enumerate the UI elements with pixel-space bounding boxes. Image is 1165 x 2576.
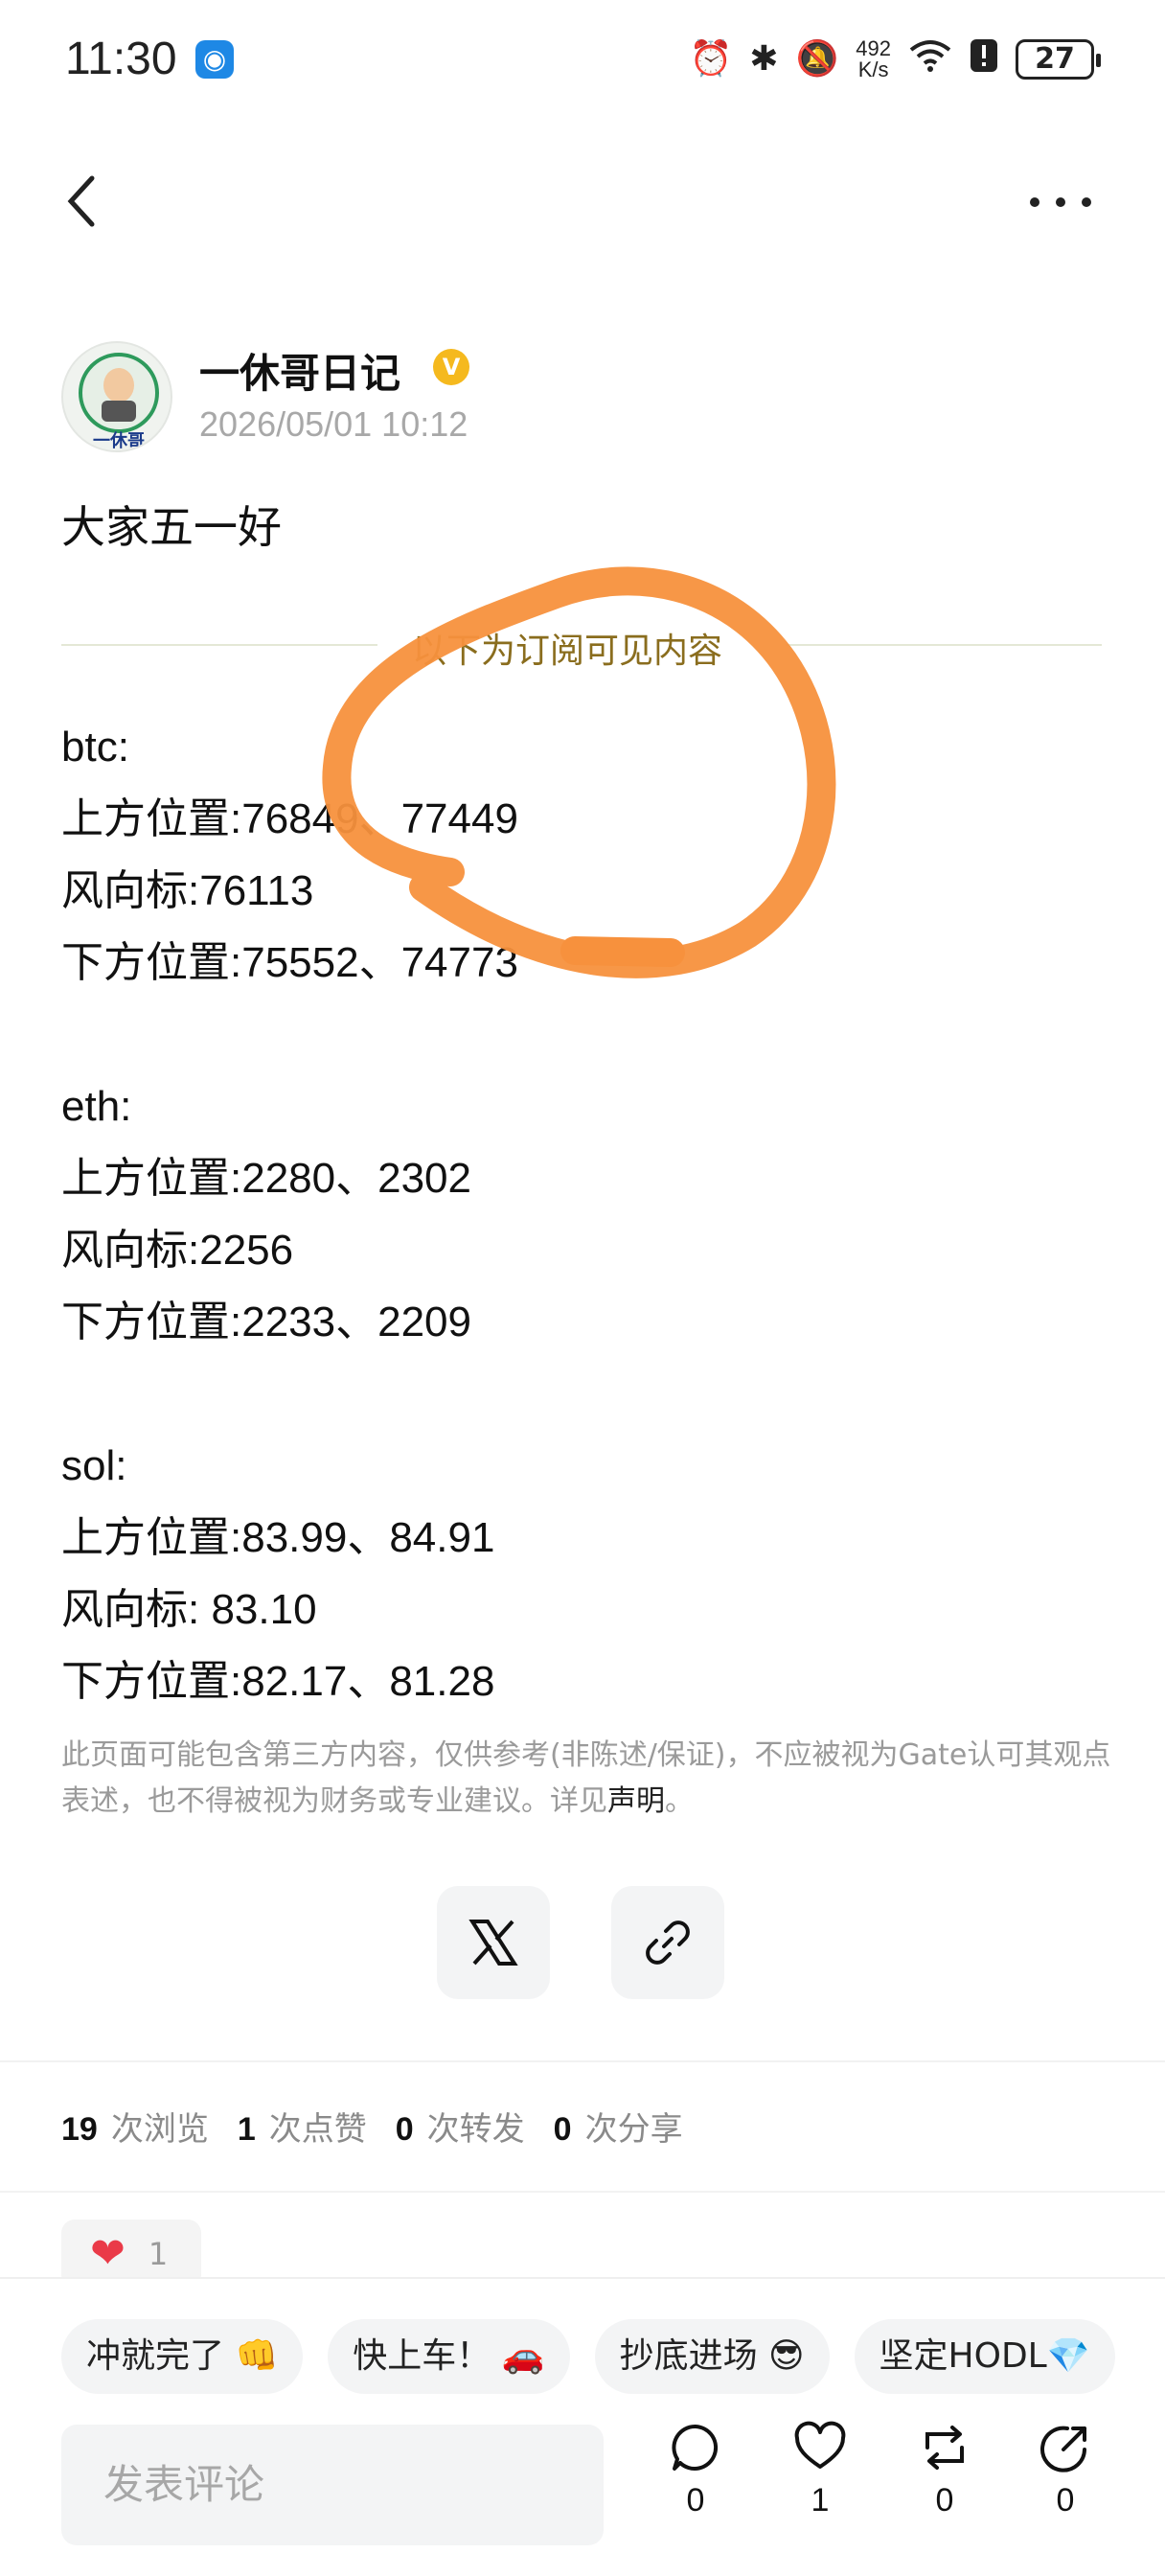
content-line: 上方位置:76849、77449 [61,795,518,842]
avatar-caption: 一休哥 [93,430,145,451]
wifi-icon [908,38,952,81]
divider-line-left [61,644,377,646]
bluetooth-icon: ✱ [749,39,779,79]
link-icon [646,1920,690,1965]
status-icons: ⏰ ✱ 🔕 492 K/s 27 [689,34,1101,84]
quick-reply-chip[interactable]: 抄底进场 😎 [594,2319,830,2394]
status-bar: 11:30 ◉ ⏰ ✱ 🔕 492 K/s 27 [0,0,1165,115]
more-options-button[interactable] [1027,178,1094,226]
reposts-label: 次转发 [426,2110,525,2149]
comment-input[interactable]: 发表评论 [61,2425,604,2545]
views-label: 次浏览 [110,2110,209,2149]
quick-reply-chip[interactable]: 坚定HODL💎 [854,2319,1115,2394]
views-count: 19 [61,2111,98,2148]
disclaimer: 此页面可能包含第三方内容，仅供参考(非陈述/保证)，不应被视为Gate认可其观点… [61,1733,1115,1825]
likes-label: 次点赞 [268,2110,367,2149]
disclaimer-link[interactable]: 声明 [607,1784,665,1818]
repost-count: 0 [935,2482,954,2518]
alert-icon [970,38,998,81]
content-line: eth: [61,1083,132,1130]
content-blank-line [61,999,1115,1070]
content-line: btc: [61,724,129,770]
network-speed: 492 K/s [856,38,891,80]
network-speed-unit: K/s [857,58,889,81]
post-datetime: 2026/05/01 10:12 [199,404,468,444]
content-line: 下方位置:75552、74773 [61,939,518,986]
content-blank-line [61,1358,1115,1430]
reaction-count: 1 [148,2236,169,2272]
content-line: 风向标: 83.10 [61,1586,317,1633]
stat-likes: 1 次点赞 [238,2103,367,2150]
bottom-panel: 冲就完了 👊 快上车！ 🚗 抄底进场 😎 坚定HODL💎 发表评论 0 1 0 [0,2277,1165,2576]
post-greeting: 大家五一好 [61,501,282,553]
stat-views: 19 次浏览 [61,2103,209,2150]
alarm-icon: ⏰ [689,39,733,79]
post-stats: 19 次浏览 1 次点赞 0 次转发 0 次分享 [61,2103,683,2150]
reposts-count: 0 [395,2111,414,2148]
back-button[interactable] [59,172,105,230]
more-dots-icon [1030,197,1091,207]
quick-reply-chip[interactable]: 快上车！ 🚗 [328,2319,570,2394]
disclaimer-text: 此页面可能包含第三方内容，仅供参考(非陈述/保证)，不应被视为Gate认可其观点… [61,1738,1111,1818]
heart-outline-icon [794,2421,846,2469]
like-count: 1 [811,2482,830,2518]
shares-label: 次分享 [584,2110,683,2149]
stat-reposts: 0 次转发 [396,2103,525,2150]
copy-link-button[interactable] [611,1886,724,1999]
content-line: sol: [61,1442,127,1489]
separator [0,2191,1165,2193]
like-button[interactable]: 1 [782,2421,858,2519]
comment-button[interactable]: 0 [657,2421,734,2519]
separator [0,2060,1165,2062]
divider-line-right [786,644,1102,646]
disclaimer-end: 。 [665,1784,694,1818]
author-avatar[interactable]: 一休哥 [61,341,172,452]
quick-reply-chip[interactable]: 冲就完了 👊 [61,2319,304,2394]
shares-count: 0 [553,2111,572,2148]
verified-badge-icon: V [433,349,469,385]
share-button[interactable]: 0 [1027,2421,1104,2519]
content-line: 风向标:2256 [61,1227,294,1274]
share-arrow-icon [1040,2426,1086,2472]
share-x-button[interactable] [437,1886,550,1999]
content-line: 风向标:76113 [61,867,314,914]
comment-bubble-icon [672,2424,719,2471]
author-name[interactable]: 一休哥日记 [199,341,400,400]
stat-shares: 0 次分享 [554,2103,683,2150]
browser-app-icon: ◉ [195,40,234,79]
content-line: 下方位置:2233、2209 [61,1299,471,1346]
repost-button[interactable]: 0 [906,2421,983,2519]
content-line: 上方位置:83.99、84.91 [61,1514,495,1561]
chevron-left-icon [67,175,95,227]
battery-indicator: 27 [1016,39,1101,80]
content-line: 下方位置:82.17、81.28 [61,1658,495,1705]
repost-icon [925,2426,964,2470]
likes-count: 1 [237,2111,256,2148]
status-time: 11:30 [65,34,177,84]
post-content: btc: 上方位置:76849、77449 风向标:76113 下方位置:755… [61,711,1115,1717]
share-count: 0 [1056,2482,1075,2518]
comment-count: 0 [686,2482,705,2518]
heart-icon: ❤ [90,2229,126,2278]
subscriber-content-label: 以下为订阅可见内容 [412,632,723,671]
quick-reply-chips: 冲就完了 👊 快上车！ 🚗 抄底进场 😎 坚定HODL💎 [61,2319,1115,2394]
content-line: 上方位置:2280、2302 [61,1155,471,1202]
x-logo-icon [468,1920,518,1966]
mute-bell-icon: 🔕 [795,39,839,79]
